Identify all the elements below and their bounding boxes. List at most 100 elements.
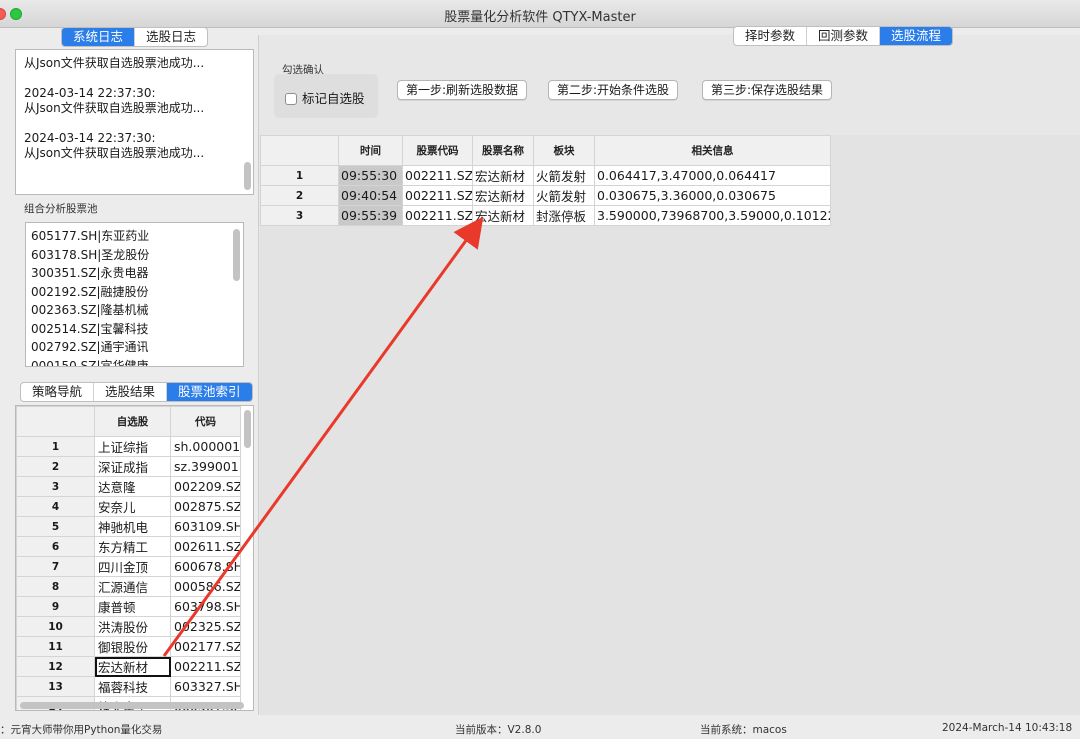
pool-list-item[interactable]: 002792.SZ|通宇通讯 [31,338,238,357]
log-lines: 从Json文件获取自选股票池成功... 2024-03-14 22:37:30: 从… [24,56,245,161]
tab-strategy-nav[interactable]: 策略导航 [21,383,95,401]
stock-code-cell[interactable]: 002875.SZ [170,496,241,517]
name-cell[interactable]: 宏达新材 [472,165,534,186]
stock-name-cell[interactable]: 神驰机电 [94,516,171,537]
stock-code-cell[interactable]: 002611.SZ [170,536,241,557]
info-cell[interactable]: 3.590000,73968700,3.59000,0.101227 [594,205,831,226]
stock-code-cell[interactable]: 603798.SH [170,596,241,617]
col-sector[interactable]: 板块 [533,135,595,166]
step2-select-button[interactable]: 第二步:开始条件选股 [548,80,679,100]
tab-stock-log[interactable]: 选股日志 [135,28,207,46]
checkbox-label: 标记自选股 [302,91,365,106]
status-version: 当前版本：V2.8.0 [455,724,542,736]
stock-code-cell[interactable]: 603327.SH [170,676,241,697]
time-cell[interactable]: 09:55:39 [338,205,403,226]
table-row[interactable]: 1 09:55:30 002211.SZ 宏达新材 火箭发射 0.064417,3.470… [260,165,831,186]
stock-name-cell[interactable]: 深证成指 [94,456,171,477]
table-row[interactable]: 6 东方精工 002611.SZ [16,536,241,557]
tab-pool-index[interactable]: 股票池索引 [167,383,252,401]
top-tabs: 择时参数 回测参数 选股流程 [733,26,954,46]
tab-backtest-params[interactable]: 回测参数 [807,27,881,45]
tab-stock-flow[interactable]: 选股流程 [880,27,953,45]
pool-list-item[interactable]: 002192.SZ|融捷股份 [31,283,238,302]
pool-scrollbar[interactable] [233,229,240,281]
info-cell[interactable]: 0.030675,3.36000,0.030675 [594,185,831,206]
table-row[interactable]: 8 汇源通信 000586.SZ [16,576,241,597]
checkbox-box[interactable] [285,93,297,105]
stock-name-cell[interactable]: 上证综指 [94,436,171,457]
stock-code-cell[interactable]: 000586.SZ [170,576,241,597]
table-row[interactable]: 11 御银股份 002177.SZ [16,636,241,657]
code-cell[interactable]: 002211.SZ [402,165,473,186]
stock-name-cell[interactable]: 宏达新材 [94,656,171,677]
pool-list-item[interactable]: 605177.SH|东亚药业 [31,227,238,246]
table-row[interactable]: 1 上证综指 sh.000001 [16,436,241,457]
table-row[interactable]: 3 09:55:39 002211.SZ 宏达新材 封涨停板 3.590000,73968… [260,205,831,226]
table-row[interactable]: 2 深证成指 sz.399001 [16,456,241,477]
stock-name-cell[interactable]: 洪涛股份 [94,616,171,637]
sector-cell[interactable]: 火箭发射 [533,185,595,206]
stock-name-cell[interactable]: 达意隆 [94,476,171,497]
stock-code-cell[interactable]: 002211.SZ [170,656,241,677]
table-row[interactable]: 4 安奈儿 002875.SZ [16,496,241,517]
stock-code-cell[interactable]: 002209.SZ [170,476,241,497]
table-row[interactable]: 3 达意隆 002209.SZ [16,476,241,497]
step1-refresh-button[interactable]: 第一步:刷新选股数据 [397,80,528,100]
tab-system-log[interactable]: 系统日志 [62,28,136,46]
step3-save-button[interactable]: 第三步:保存选股结果 [702,80,833,100]
stock-name-cell[interactable]: 安奈儿 [94,496,171,517]
tab-timing-params[interactable]: 择时参数 [734,27,808,45]
stock-name-cell[interactable]: 汇源通信 [94,576,171,597]
stock-code-cell[interactable]: 603109.SH [170,516,241,537]
index-vscrollbar[interactable] [244,410,251,448]
table-row[interactable]: 10 洪涛股份 002325.SZ [16,616,241,637]
stock-name-cell[interactable]: 四川金顶 [94,556,171,577]
info-cell[interactable]: 0.064417,3.47000,0.064417 [594,165,831,186]
name-cell[interactable]: 宏达新材 [472,205,534,226]
pool-list-item[interactable]: 002363.SZ|隆基机械 [31,301,238,320]
stock-pool-list[interactable]: 605177.SH|东亚药业 603178.SH|圣龙股份 300351.SZ|永贵… [25,222,244,367]
pool-index-table[interactable]: 自选股 代码 1 上证综指 sh.000001 2 深证成指 sz.399001 3 达意隆 0… [15,405,254,711]
name-cell[interactable]: 宏达新材 [472,185,534,206]
index-hscrollbar[interactable] [20,702,244,709]
table-row[interactable]: 2 09:40:54 002211.SZ 宏达新材 火箭发射 0.030675,3.360… [260,185,831,206]
table-row[interactable]: 13 福蓉科技 603327.SH [16,676,241,697]
log-tabs: 系统日志 选股日志 [61,27,209,47]
table-row[interactable]: 7 四川金顶 600678.SH [16,556,241,577]
col-stock-name[interactable]: 自选股 [94,406,171,437]
stock-code-cell[interactable]: sh.000001 [170,436,241,457]
sector-cell[interactable]: 封涨停板 [533,205,595,226]
grid-corner [260,135,339,166]
col-code[interactable]: 股票代码 [402,135,473,166]
tab-stock-results[interactable]: 选股结果 [94,383,168,401]
table-row[interactable]: 12 宏达新材 002211.SZ [16,656,241,677]
time-cell[interactable]: 09:55:30 [338,165,403,186]
col-name[interactable]: 股票名称 [472,135,534,166]
stock-name-cell[interactable]: 康普顿 [94,596,171,617]
pool-list-item[interactable]: 000150.SZ|宜华健康 [31,357,238,367]
log-scrollbar[interactable] [244,162,251,190]
code-cell[interactable]: 002211.SZ [402,185,473,206]
mark-favorite-checkbox[interactable]: 标记自选股 [285,88,365,107]
col-time[interactable]: 时间 [338,135,403,166]
table-row[interactable]: 5 神驰机电 603109.SH [16,516,241,537]
pool-list-item[interactable]: 603178.SH|圣龙股份 [31,246,238,265]
time-cell[interactable]: 09:40:54 [338,185,403,206]
stock-name-cell[interactable]: 御银股份 [94,636,171,657]
col-stock-code[interactable]: 代码 [170,406,241,437]
stock-code-cell[interactable]: 600678.SH [170,556,241,577]
pool-list-item[interactable]: 300351.SZ|永贵电器 [31,264,238,283]
sector-cell[interactable]: 火箭发射 [533,165,595,186]
stock-name-cell[interactable]: 福蓉科技 [94,676,171,697]
stock-code-cell[interactable]: 002325.SZ [170,616,241,637]
window-title: 股票量化分析软件 QTYX-Master [444,10,636,25]
stock-code-cell[interactable]: 002177.SZ [170,636,241,657]
pool-list-item[interactable]: 002514.SZ|宝馨科技 [31,320,238,339]
table-row[interactable]: 9 康普顿 603798.SH [16,596,241,617]
result-grid[interactable]: 时间 股票代码 股票名称 板块 相关信息 1 09:55:30 002211.SZ 宏… [260,135,1080,715]
system-log-view[interactable]: 从Json文件获取自选股票池成功... 2024-03-14 22:37:30: 从… [15,49,254,195]
code-cell[interactable]: 002211.SZ [402,205,473,226]
col-info[interactable]: 相关信息 [594,135,831,166]
stock-code-cell[interactable]: sz.399001 [170,456,241,477]
stock-name-cell[interactable]: 东方精工 [94,536,171,557]
